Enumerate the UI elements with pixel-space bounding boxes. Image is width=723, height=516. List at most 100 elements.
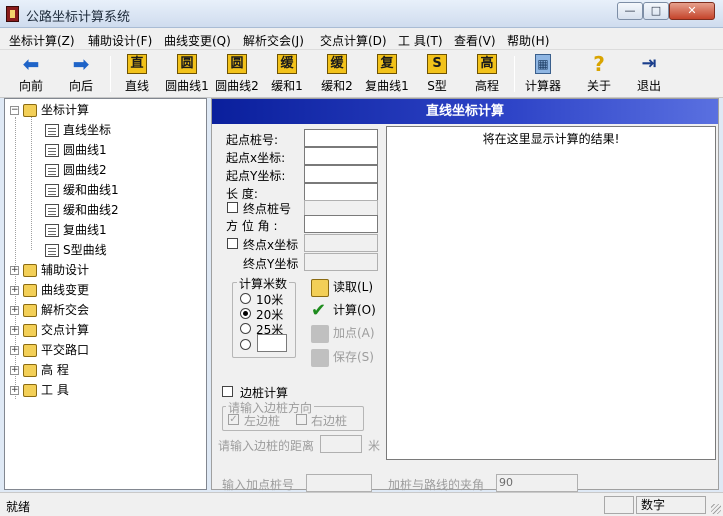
menu-aux-design[interactable]: 辅助设计(F)	[88, 32, 152, 49]
right-pile-label: 右边桩	[311, 414, 348, 428]
window-title: 公路坐标计算系统	[26, 10, 131, 25]
calculator-button[interactable]: ▦ 计算器	[520, 52, 566, 96]
side-pile-checkbox[interactable]	[222, 386, 233, 397]
document-icon	[45, 144, 59, 157]
expand-icon[interactable]: +	[10, 286, 19, 295]
read-button[interactable]: 读取(L)	[311, 277, 373, 297]
circle-curve2-label: 圆曲线2	[215, 79, 259, 93]
menu-coordinate-calc[interactable]: 坐标计算(Z)	[9, 32, 75, 49]
left-pile-label: 左边桩	[244, 414, 281, 428]
interval-custom-input[interactable]	[257, 334, 287, 352]
tree-item-transition2[interactable]: 缓和曲线2	[41, 201, 119, 219]
menu-tools[interactable]: 工 具(T)	[398, 32, 443, 49]
tree-node-aux-design[interactable]: + 辅助设计	[10, 261, 89, 279]
tree-node-elevation[interactable]: + 高 程	[10, 361, 69, 379]
minimize-button[interactable]: —	[617, 2, 643, 20]
close-button[interactable]: ✕	[669, 2, 715, 20]
end-x-input[interactable]	[304, 234, 378, 252]
tree-item-line-coord[interactable]: 直线坐标	[41, 121, 111, 139]
status-pane-empty	[604, 496, 634, 514]
tree-item-circle-curve2[interactable]: 圆曲线2	[41, 161, 107, 179]
transition1-button[interactable]: 缓 缓和1	[264, 52, 310, 96]
tree-node-curve-change[interactable]: + 曲线变更	[10, 281, 89, 299]
tree-item-circle-curve1[interactable]: 圆曲线1	[41, 141, 107, 159]
menu-help[interactable]: 帮助(H)	[507, 32, 549, 49]
interval-custom-radio[interactable]	[240, 339, 251, 350]
line-label: 直线	[124, 79, 149, 93]
circle-curve2-button[interactable]: 圆 圆曲线2	[214, 52, 260, 96]
s-curve-button[interactable]: S S型	[414, 52, 460, 96]
folder-icon	[23, 324, 37, 337]
document-icon	[45, 164, 59, 177]
interval-20-radio[interactable]	[240, 308, 251, 319]
menu-analytic-intersection[interactable]: 解析交会(J)	[243, 32, 304, 49]
resize-grip[interactable]	[711, 504, 721, 514]
tree-connector	[31, 117, 32, 250]
calculation-panel: 直线坐标计算 起点桩号: 起点x坐标: 起点Y坐标: 长 度: 终点桩号 方 位…	[211, 98, 719, 492]
tree-node-coordinate-calc[interactable]: − 坐标计算	[10, 101, 89, 119]
read-label: 读取(L)	[333, 280, 374, 294]
azimuth-input[interactable]	[304, 215, 378, 233]
left-pile-checkbox[interactable]: ✓	[228, 414, 239, 425]
app-icon	[6, 6, 19, 22]
calculate-label: 计算(O)	[333, 303, 376, 317]
end-x-checkbox[interactable]	[227, 238, 238, 249]
end-station-checkbox[interactable]	[227, 202, 238, 213]
angle-input[interactable]: 90	[496, 474, 578, 492]
expand-icon[interactable]: +	[10, 306, 19, 315]
arrow-left-icon: ⬅	[22, 52, 40, 76]
start-x-input[interactable]	[304, 147, 378, 165]
about-label: 关于	[586, 79, 611, 93]
elevation-button[interactable]: 高 高程	[464, 52, 510, 96]
tree-item-s-curve[interactable]: S型曲线	[41, 241, 107, 259]
menu-view[interactable]: 查看(V)	[454, 32, 496, 49]
menu-intersection-calc[interactable]: 交点计算(D)	[320, 32, 387, 49]
expand-icon[interactable]: +	[10, 266, 19, 275]
circle-curve-char-icon: 圆	[227, 54, 247, 74]
folder-icon	[23, 304, 37, 317]
length-input[interactable]	[304, 183, 378, 201]
side-pile-distance-input[interactable]	[320, 435, 362, 453]
exit-label: 退出	[636, 79, 661, 93]
folder-gear-icon	[23, 104, 37, 117]
compound-curve-button[interactable]: 复 复曲线1	[364, 52, 410, 96]
add-point-label: 加点(A)	[333, 326, 375, 340]
start-station-input[interactable]	[304, 129, 378, 147]
back-button[interactable]: ➡ 向后	[58, 52, 104, 96]
calculator-icon: ▦	[535, 54, 551, 74]
tree-node-intersection-calc[interactable]: + 交点计算	[10, 321, 89, 339]
add-point-button[interactable]: 加点(A)	[311, 323, 375, 343]
tree-node-label: 交点计算	[41, 323, 90, 337]
collapse-icon[interactable]: −	[10, 106, 19, 115]
about-button[interactable]: ? 关于	[576, 52, 622, 96]
tree-node-crossing[interactable]: + 平交路口	[10, 341, 89, 359]
menu-curve-change[interactable]: 曲线变更(Q)	[164, 32, 231, 49]
start-y-input[interactable]	[304, 165, 378, 183]
expand-icon[interactable]: +	[10, 326, 19, 335]
right-pile-checkbox[interactable]	[296, 414, 307, 425]
maximize-button[interactable]: □	[643, 2, 669, 20]
tree-item-transition1[interactable]: 缓和曲线1	[41, 181, 119, 199]
tree-node-tools[interactable]: + 工 具	[10, 381, 69, 399]
circle-curve1-button[interactable]: 圆 圆曲线1	[164, 52, 210, 96]
forward-button[interactable]: ⬅ 向前	[8, 52, 54, 96]
exit-button[interactable]: ⇥ 退出	[626, 52, 672, 96]
line-button[interactable]: 直 直线	[114, 52, 160, 96]
result-output[interactable]: 将在这里显示计算的结果!	[386, 126, 716, 460]
tree-node-label: 解析交会	[41, 303, 90, 317]
transition2-button[interactable]: 缓 缓和2	[314, 52, 360, 96]
calculate-button[interactable]: ✔ 计算(O)	[311, 300, 376, 320]
end-y-input[interactable]	[304, 253, 378, 271]
expand-icon[interactable]: +	[10, 366, 19, 375]
add-station-input[interactable]	[306, 474, 372, 492]
side-pile-distance-unit: 米	[368, 439, 381, 453]
tree-node-analytic-intersection[interactable]: + 解析交会	[10, 301, 89, 319]
folder-icon	[23, 344, 37, 357]
interval-10-radio[interactable]	[240, 293, 251, 304]
interval-25-radio[interactable]	[240, 323, 251, 334]
tree-item-label: 缓和曲线2	[63, 203, 119, 217]
save-button[interactable]: 保存(S)	[311, 347, 374, 367]
tree-item-compound-curve[interactable]: 复曲线1	[41, 221, 107, 239]
expand-icon[interactable]: +	[10, 386, 19, 395]
expand-icon[interactable]: +	[10, 346, 19, 355]
